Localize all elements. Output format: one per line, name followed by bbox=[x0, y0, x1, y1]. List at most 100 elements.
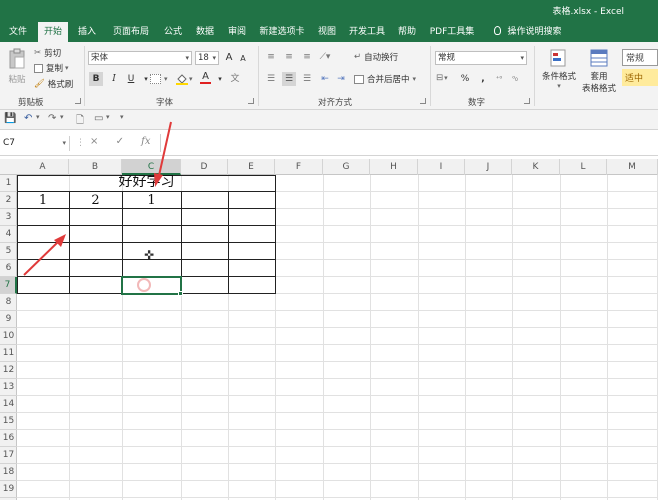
font-size-select[interactable]: 18 ▾ bbox=[195, 51, 219, 65]
row-header-3[interactable]: 3 bbox=[0, 209, 17, 226]
cell-a2[interactable]: 1 bbox=[17, 192, 69, 209]
row-header-2[interactable]: 2 bbox=[0, 192, 17, 209]
tab-page-layout[interactable]: 页面布局 bbox=[106, 22, 156, 42]
row-header-18[interactable]: 18 bbox=[0, 464, 17, 481]
column-header-b[interactable]: B bbox=[69, 159, 122, 175]
paste-button[interactable]: 粘贴 bbox=[6, 48, 28, 85]
align-center-button[interactable]: ☰ bbox=[282, 72, 296, 86]
undo-icon[interactable]: ↶ bbox=[24, 113, 32, 124]
name-box[interactable]: C7 ▾ bbox=[0, 136, 70, 151]
column-header-d[interactable]: D bbox=[181, 159, 228, 175]
underline-button[interactable]: U bbox=[124, 72, 138, 86]
cell-b2[interactable]: 2 bbox=[69, 192, 122, 209]
wrap-text-button[interactable]: ↵ 自动换行 bbox=[354, 51, 398, 63]
row-header-12[interactable]: 12 bbox=[0, 362, 17, 379]
row-header-1[interactable]: 1 bbox=[0, 175, 17, 192]
row-header-4[interactable]: 4 bbox=[0, 226, 17, 243]
chevron-down-icon[interactable]: ▾ bbox=[60, 113, 64, 121]
font-name-select[interactable]: 宋体 ▾ bbox=[88, 51, 192, 65]
column-header-l[interactable]: L bbox=[560, 159, 607, 175]
column-header-i[interactable]: I bbox=[418, 159, 465, 175]
row-header-11[interactable]: 11 bbox=[0, 345, 17, 362]
save-icon[interactable]: 💾 bbox=[4, 113, 16, 124]
column-header-g[interactable]: G bbox=[323, 159, 370, 175]
cut-button[interactable]: ✂ 剪切 bbox=[34, 47, 61, 59]
tell-me-search[interactable]: 操作说明搜索 bbox=[488, 22, 568, 42]
chevron-down-icon[interactable]: ▾ bbox=[36, 113, 40, 121]
row-header-6[interactable]: 6 bbox=[0, 260, 17, 277]
insert-function-icon[interactable]: fx bbox=[141, 136, 150, 147]
worksheet-grid[interactable]: 好好学习 1 2 1 ✜ bbox=[17, 175, 658, 500]
increase-indent-button[interactable]: ⇥ bbox=[334, 72, 348, 86]
font-launcher-icon[interactable] bbox=[248, 98, 254, 104]
row-header-5[interactable]: 5 bbox=[0, 243, 17, 260]
format-as-table-button[interactable]: 套用 表格格式 bbox=[578, 48, 620, 94]
phonetic-button[interactable]: 文 bbox=[228, 72, 242, 86]
tab-view[interactable]: 视图 bbox=[312, 22, 342, 42]
font-color-button[interactable]: A bbox=[200, 72, 211, 84]
decrease-decimal-button[interactable]: ⁰₀ bbox=[508, 72, 522, 86]
fill-handle[interactable] bbox=[178, 291, 183, 296]
increase-decimal-button[interactable]: ⁺⁰ bbox=[492, 72, 506, 86]
format-painter-button[interactable]: 🖌 格式刷 bbox=[34, 78, 73, 90]
column-header-j[interactable]: J bbox=[465, 159, 512, 175]
screen-icon[interactable]: ▭ bbox=[94, 113, 103, 124]
italic-button[interactable]: I bbox=[107, 72, 121, 86]
copy-button[interactable]: 复制 ▾ bbox=[34, 62, 69, 74]
column-header-c[interactable]: C bbox=[122, 159, 181, 175]
row-header-8[interactable]: 8 bbox=[0, 294, 17, 311]
row-header-13[interactable]: 13 bbox=[0, 379, 17, 396]
redo-icon[interactable]: ↷ bbox=[48, 113, 56, 124]
align-left-button[interactable]: ☰ bbox=[264, 72, 278, 86]
column-header-f[interactable]: F bbox=[275, 159, 323, 175]
column-header-a[interactable]: A bbox=[17, 159, 69, 175]
customize-qat-icon[interactable]: ▾ bbox=[120, 113, 124, 121]
column-header-m[interactable]: M bbox=[607, 159, 658, 175]
tab-help[interactable]: 帮助 bbox=[392, 22, 422, 42]
column-header-h[interactable]: H bbox=[370, 159, 418, 175]
print-preview-icon[interactable]: 🗋 bbox=[76, 113, 84, 130]
tab-insert[interactable]: 插入 bbox=[72, 22, 102, 42]
tab-home[interactable]: 开始 bbox=[38, 22, 68, 42]
row-header-14[interactable]: 14 bbox=[0, 396, 17, 413]
tab-data[interactable]: 数据 bbox=[190, 22, 220, 42]
comma-button[interactable]: , bbox=[476, 72, 490, 86]
row-header-7[interactable]: 7 bbox=[0, 277, 17, 294]
clipboard-launcher-icon[interactable] bbox=[75, 98, 81, 104]
formula-input[interactable] bbox=[160, 134, 658, 152]
tab-file[interactable]: 文件 bbox=[2, 22, 34, 42]
row-header-10[interactable]: 10 bbox=[0, 328, 17, 345]
enter-icon[interactable]: ✓ bbox=[116, 136, 124, 147]
currency-button[interactable]: ⊟ ▾ bbox=[436, 73, 448, 83]
decrease-indent-button[interactable]: ⇤ bbox=[318, 72, 332, 86]
orientation-button[interactable]: ⟋▾ bbox=[318, 50, 332, 64]
column-header-k[interactable]: K bbox=[512, 159, 560, 175]
cell-style-normal[interactable]: 常规 bbox=[622, 49, 658, 66]
percent-button[interactable]: % bbox=[458, 72, 472, 86]
cell-style-neutral[interactable]: 适中 bbox=[622, 69, 658, 86]
bold-button[interactable]: B bbox=[89, 72, 103, 86]
number-launcher-icon[interactable] bbox=[524, 98, 530, 104]
row-header-19[interactable]: 19 bbox=[0, 481, 17, 498]
merge-center-button[interactable]: 合并后居中 ▾ bbox=[354, 73, 416, 85]
cancel-icon[interactable]: × bbox=[90, 136, 98, 147]
align-top-button[interactable]: ≡ bbox=[264, 50, 278, 64]
borders-button[interactable]: ▾ bbox=[150, 74, 168, 84]
tab-pdf-tools[interactable]: PDF工具集 bbox=[426, 22, 478, 42]
conditional-format-button[interactable]: 条件格式 ▾ bbox=[540, 48, 578, 90]
align-bottom-button[interactable]: ≡ bbox=[300, 50, 314, 64]
row-header-9[interactable]: 9 bbox=[0, 311, 17, 328]
row-header-17[interactable]: 17 bbox=[0, 447, 17, 464]
row-header-16[interactable]: 16 bbox=[0, 430, 17, 447]
shrink-font-button[interactable]: A bbox=[236, 52, 250, 66]
alignment-launcher-icon[interactable] bbox=[420, 98, 426, 104]
active-cell-selection[interactable] bbox=[121, 276, 182, 295]
font-color-dropdown[interactable]: ▾ bbox=[213, 72, 227, 86]
fill-color-button[interactable]: ▾ bbox=[176, 73, 193, 85]
row-header-15[interactable]: 15 bbox=[0, 413, 17, 430]
align-middle-button[interactable]: ≡ bbox=[282, 50, 296, 64]
number-format-select[interactable]: 常规 ▾ bbox=[435, 51, 527, 65]
grow-font-button[interactable]: A bbox=[222, 51, 236, 65]
tab-developer[interactable]: 开发工具 bbox=[344, 22, 390, 42]
align-right-button[interactable]: ☰ bbox=[300, 72, 314, 86]
